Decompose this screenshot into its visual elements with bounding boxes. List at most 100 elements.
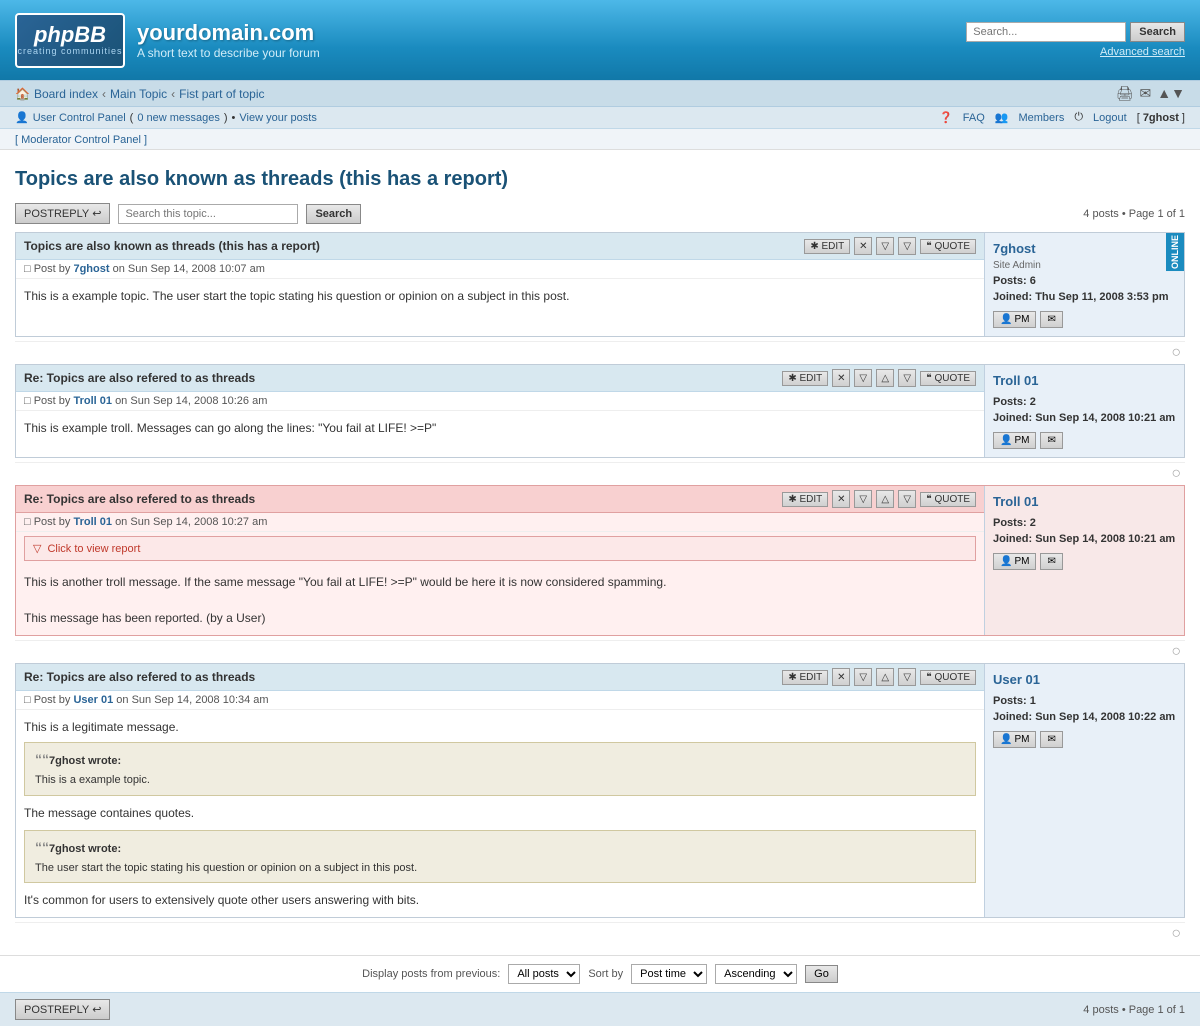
- post-3-edit-btn[interactable]: ✱ EDIT: [782, 492, 828, 507]
- post-2-quote-btn[interactable]: ❝ QUOTE: [920, 371, 976, 386]
- post-3-title: Re: Topics are also refered to as thread…: [24, 492, 255, 506]
- faq-link[interactable]: FAQ: [963, 112, 985, 124]
- post-4-quote-2: 7ghost wrote: The user start the topic s…: [24, 830, 976, 884]
- post-2-delete-icon[interactable]: ✕: [832, 369, 850, 387]
- post-1: Topics are also known as threads (this h…: [15, 232, 1185, 337]
- post-2-down-icon[interactable]: ▽: [854, 369, 872, 387]
- post-4-flag2-icon[interactable]: ▽: [898, 668, 916, 686]
- post-3-flag2-icon[interactable]: ▽: [898, 490, 916, 508]
- new-messages-link[interactable]: 0 new messages: [137, 112, 220, 124]
- post-3-author-link[interactable]: Troll 01: [73, 516, 112, 528]
- search-topic-input[interactable]: [118, 204, 298, 224]
- post-2-email-btn[interactable]: ✉: [1040, 432, 1062, 449]
- header-search-input[interactable]: [966, 22, 1126, 42]
- go-button[interactable]: Go: [805, 965, 838, 983]
- post-4-author-link[interactable]: User 01: [73, 694, 113, 706]
- mod-panel-bar: [ Moderator Control Panel ]: [0, 129, 1200, 150]
- main-content: Topics are also known as threads (this h…: [0, 150, 1200, 955]
- post-1-delete-icon[interactable]: ✕: [854, 237, 872, 255]
- post-2-author-posts: Posts: 2: [993, 396, 1176, 408]
- post-reply-button-top[interactable]: POSTREPLY ↩: [15, 203, 110, 224]
- report-text: Click to view report: [47, 543, 140, 555]
- site-header: phpBB creating communities yourdomain.co…: [0, 0, 1200, 80]
- post-3-header: Re: Topics are also refered to as thread…: [16, 486, 984, 513]
- post-1-pm-btn[interactable]: 👤 PM: [993, 311, 1036, 328]
- post-1-down-icon[interactable]: ▽: [876, 237, 894, 255]
- post-1-date: Sun Sep 14, 2008 10:07 am: [128, 263, 265, 275]
- post-4-quote-btn[interactable]: ❝ QUOTE: [920, 670, 976, 685]
- scroll-to-top-2[interactable]: ○: [15, 462, 1185, 485]
- user-control-panel-link[interactable]: User Control Panel: [33, 112, 126, 124]
- post-4-edit-btn[interactable]: ✱ EDIT: [782, 670, 828, 685]
- header-search: Search Advanced search: [966, 22, 1185, 58]
- post-3-down-icon[interactable]: ▽: [854, 490, 872, 508]
- breadcrumb: 🏠 Board index ‹ Main Topic ‹ Fist part o…: [15, 87, 265, 101]
- quote-2-text: The user start the topic stating his que…: [35, 860, 965, 877]
- report-notice[interactable]: ▽ Click to view report: [24, 536, 976, 561]
- user-icon: 👤: [1000, 556, 1012, 567]
- post-4-delete-icon[interactable]: ✕: [832, 668, 850, 686]
- post-4-meta: □ Post by User 01 on Sun Sep 14, 2008 10…: [16, 691, 984, 710]
- post-1-title: Topics are also known as threads (this h…: [24, 239, 320, 253]
- logo-subtitle: creating communities: [17, 46, 122, 56]
- post-2-pm-btn[interactable]: 👤 PM: [993, 432, 1036, 449]
- mod-panel-link[interactable]: [ Moderator Control Panel ]: [15, 134, 147, 146]
- header-search-button[interactable]: Search: [1130, 22, 1185, 42]
- post-3-meta: □ Post by Troll 01 on Sun Sep 14, 2008 1…: [16, 513, 984, 532]
- post-3-author-btns: 👤 PM ✉: [993, 553, 1176, 570]
- email-icon: ✉: [1047, 734, 1055, 745]
- post-3-quote-btn[interactable]: ❝ QUOTE: [920, 492, 976, 507]
- user-icon: 👤: [1000, 314, 1012, 325]
- post-2-edit-btn[interactable]: ✱ EDIT: [782, 371, 828, 386]
- post-1-author-link[interactable]: 7ghost: [73, 263, 109, 275]
- quote-2-author: 7ghost wrote:: [35, 837, 965, 858]
- advanced-search-link[interactable]: Advanced search: [1100, 46, 1185, 58]
- text-size-icon[interactable]: ▲▼: [1157, 85, 1185, 102]
- post-reply-button-bottom[interactable]: POSTREPLY ↩: [15, 999, 110, 1020]
- scroll-to-top-4[interactable]: ○: [15, 922, 1185, 945]
- post-1-flag-icon[interactable]: ▽: [898, 237, 916, 255]
- quote-1-author: 7ghost wrote:: [35, 749, 965, 770]
- post-4-flag-icon[interactable]: △: [876, 668, 894, 686]
- post-3-pm-btn[interactable]: 👤 PM: [993, 553, 1036, 570]
- print-icon[interactable]: 🖨: [1116, 85, 1134, 102]
- user-icon: 👤: [1000, 435, 1012, 446]
- post-1-edit-btn[interactable]: ✱ EDIT: [804, 239, 850, 254]
- post-3-author-posts: Posts: 2: [993, 517, 1176, 529]
- page-info-bottom: 4 posts • Page 1 of 1: [1083, 1004, 1185, 1016]
- post-4-email-btn[interactable]: ✉: [1040, 731, 1062, 748]
- scroll-to-top-3[interactable]: ○: [15, 640, 1185, 663]
- post-3-flag-icon[interactable]: △: [876, 490, 894, 508]
- post-3-author-joined: Joined: Sun Sep 14, 2008 10:21 am: [993, 533, 1176, 545]
- topic-title: Topics are also known as threads (this h…: [15, 168, 1185, 191]
- view-posts-link[interactable]: View your posts: [239, 112, 316, 124]
- logo-area: phpBB creating communities yourdomain.co…: [15, 13, 320, 68]
- post-time-select[interactable]: Post time: [631, 964, 707, 984]
- sort-by-label: Sort by: [588, 968, 623, 980]
- search-topic-button[interactable]: Search: [306, 204, 361, 224]
- post-3-author-col: Troll 01 Posts: 2 Joined: Sun Sep 14, 20…: [984, 486, 1184, 635]
- site-desc: A short text to describe your forum: [137, 46, 320, 60]
- post-2-author-link[interactable]: Troll 01: [73, 395, 112, 407]
- members-link[interactable]: Members: [1018, 112, 1064, 124]
- post-1-body: This is a example topic. The user start …: [16, 279, 984, 336]
- action-bar-left: POSTREPLY ↩ Search: [15, 203, 361, 224]
- breadcrumb-board-index[interactable]: Board index: [34, 87, 98, 101]
- post-4-down-icon[interactable]: ▽: [854, 668, 872, 686]
- logout-link[interactable]: Logout: [1093, 112, 1127, 124]
- action-bar: POSTREPLY ↩ Search 4 posts • Page 1 of 1: [15, 203, 1185, 224]
- scroll-to-top-1[interactable]: ○: [15, 341, 1185, 364]
- breadcrumb-fist-part[interactable]: Fist part of topic: [179, 87, 264, 101]
- all-posts-select[interactable]: All posts: [508, 964, 580, 984]
- post-2-flag-icon[interactable]: △: [876, 369, 894, 387]
- post-1-email-btn[interactable]: ✉: [1040, 311, 1062, 328]
- post-3-email-btn[interactable]: ✉: [1040, 553, 1062, 570]
- user-control-icon: 👤: [15, 111, 29, 124]
- email-icon[interactable]: ✉: [1140, 85, 1152, 102]
- ascending-select[interactable]: Ascending: [715, 964, 797, 984]
- breadcrumb-main-topic[interactable]: Main Topic: [110, 87, 167, 101]
- post-2-flag2-icon[interactable]: ▽: [898, 369, 916, 387]
- post-4-pm-btn[interactable]: 👤 PM: [993, 731, 1036, 748]
- post-1-quote-btn[interactable]: ❝ QUOTE: [920, 239, 976, 254]
- post-3-delete-icon[interactable]: ✕: [832, 490, 850, 508]
